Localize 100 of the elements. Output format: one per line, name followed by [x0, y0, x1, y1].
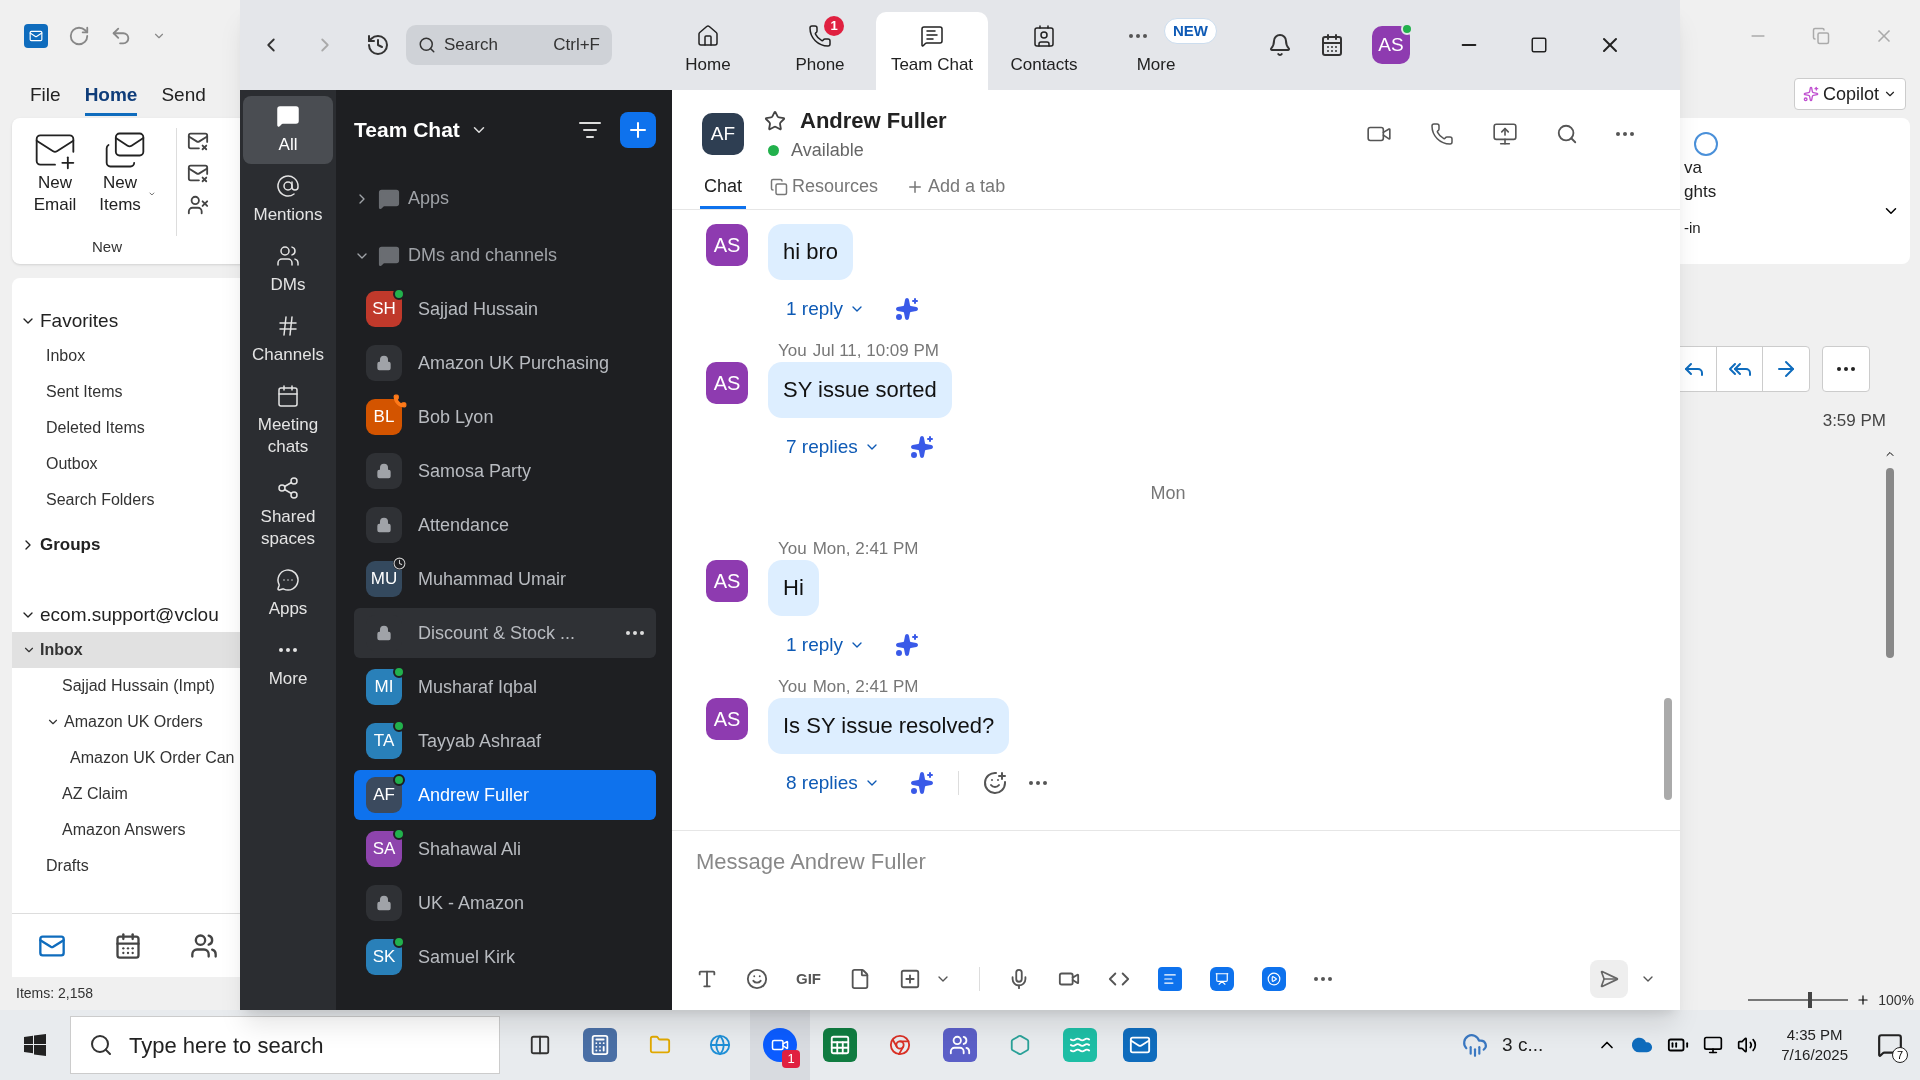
scrollbar-thumb[interactable]	[1886, 467, 1894, 658]
sparkle-icon[interactable]	[895, 297, 920, 321]
undo-icon[interactable]	[110, 25, 132, 47]
whiteboard-app-icon[interactable]	[1210, 967, 1234, 991]
more-icon[interactable]	[1314, 977, 1332, 981]
folder-item[interactable]: Inbox	[12, 338, 240, 374]
folder-section-header[interactable]: ecom.support@vclou	[12, 598, 240, 632]
folder-item[interactable]: Outbox	[12, 446, 240, 482]
search-field[interactable]: Search Ctrl+F	[406, 25, 612, 65]
chat-list-item[interactable]: MU Muhammad Umair	[354, 554, 656, 604]
share-screen-icon[interactable]	[1492, 121, 1518, 147]
ribbon-tab[interactable]: File	[30, 80, 61, 116]
search-icon[interactable]	[1556, 123, 1578, 145]
calendar-icon[interactable]	[1320, 33, 1344, 57]
more-icon[interactable]	[1028, 781, 1047, 785]
chat-list-item[interactable]: BL Bob Lyon	[354, 392, 656, 442]
sparkle-icon[interactable]	[909, 435, 934, 459]
people-icon[interactable]	[190, 931, 218, 960]
sidebar-tab[interactable]: Mentions	[243, 166, 333, 234]
folder-item[interactable]: Amazon UK Orders	[12, 704, 240, 740]
zoom-slider[interactable]	[1748, 992, 1849, 1008]
delete-mail-icon[interactable]	[187, 162, 209, 184]
video-app-icon[interactable]: 1	[750, 1010, 810, 1080]
chat-list-item[interactable]: UK - Amazon	[354, 878, 656, 928]
screenshot-icon[interactable]	[899, 968, 921, 990]
gif-button[interactable]: GIF	[796, 967, 821, 991]
sparkle-icon[interactable]	[909, 771, 934, 795]
section-header[interactable]: DMs and channels	[354, 227, 656, 284]
notification-center-button[interactable]: 7	[1872, 1027, 1908, 1063]
file-icon[interactable]	[849, 968, 871, 990]
nav-tab[interactable]: Team Chat	[876, 12, 988, 90]
sync-icon[interactable]	[68, 25, 90, 47]
text-format-icon[interactable]	[696, 968, 718, 990]
sidebar-tab[interactable]: DMs	[243, 236, 333, 304]
ribbon-button[interactable]: New Items	[94, 128, 156, 236]
folder-item[interactable]: Search Folders	[12, 482, 240, 518]
folder-item[interactable]: Sajjad Hussain (Impt)	[12, 668, 240, 704]
nav-tab[interactable]: 1 Phone	[764, 12, 876, 90]
folder-item[interactable]: Amazon Answers	[12, 812, 240, 848]
sparkle-icon[interactable]	[895, 633, 920, 657]
folder-item[interactable]: Deleted Items	[12, 410, 240, 446]
ribbon-button[interactable]: New Email	[24, 128, 86, 236]
chat-list-item[interactable]: Amazon UK Purchasing	[354, 338, 656, 388]
emoji-icon[interactable]	[746, 968, 768, 990]
section-header[interactable]: Apps	[354, 170, 656, 227]
star-icon[interactable]	[764, 109, 786, 132]
calendar-icon[interactable]	[114, 931, 142, 960]
volume-icon[interactable]	[1737, 1035, 1758, 1055]
chat-list-item[interactable]: Attendance	[354, 500, 656, 550]
new-chat-button[interactable]	[620, 112, 656, 148]
folder-item[interactable]: Sent Items	[12, 374, 240, 410]
chat-list-item[interactable]: MI Musharaf Iqbal	[354, 662, 656, 712]
block-user-icon[interactable]	[187, 194, 209, 216]
sidebar-tab[interactable]: More	[243, 630, 333, 698]
bell-icon[interactable]	[1268, 33, 1292, 57]
copilot-button[interactable]: Copilot	[1793, 78, 1906, 110]
chat-tab[interactable]: Add a tab	[902, 173, 1010, 209]
user-avatar[interactable]: AS	[1372, 26, 1410, 64]
maximize-icon[interactable]	[1530, 36, 1548, 54]
network-icon[interactable]	[1703, 1035, 1724, 1055]
nav-tab[interactable]: Home	[652, 12, 764, 90]
replies-link[interactable]: 7 replies	[786, 432, 880, 462]
weather-icon[interactable]	[1462, 1032, 1489, 1058]
send-button[interactable]	[1590, 960, 1628, 998]
folder-item[interactable]: AZ Claim	[12, 776, 240, 812]
sidebar-tab[interactable]: All	[243, 96, 333, 164]
scrollbar-thumb[interactable]	[1664, 698, 1672, 800]
notes-app-icon[interactable]	[1158, 967, 1182, 991]
folder-item[interactable]: Inbox	[12, 632, 240, 668]
replies-link[interactable]: 8 replies	[786, 768, 880, 798]
history-icon[interactable]	[366, 33, 390, 57]
folder-item[interactable]: Amazon UK Order Can	[12, 740, 240, 776]
chat-list-item[interactable]: Samosa Party	[354, 446, 656, 496]
more-icon[interactable]	[1616, 132, 1634, 136]
ribbon-tab[interactable]: Send	[161, 80, 206, 116]
taskbar-search-field[interactable]: Type here to search	[70, 1016, 500, 1074]
chat-list-item[interactable]: SK Samuel Kirk	[354, 932, 656, 982]
chat-list-item[interactable]: SA Shahawal Ali	[354, 824, 656, 874]
sidebar-tab[interactable]: Channels	[243, 306, 333, 374]
add-reaction-icon[interactable]	[982, 771, 1007, 795]
chat-tab[interactable]: Chat	[700, 173, 747, 209]
more-icon[interactable]	[626, 631, 644, 635]
sidebar-tab[interactable]: Meeting chats	[243, 376, 333, 466]
chat-list-item[interactable]: TA Tayyab Ashraaf	[354, 716, 656, 766]
replies-link[interactable]: 1 reply	[786, 294, 866, 324]
chat-tab[interactable]: Resources	[766, 173, 883, 209]
clips-app-icon[interactable]	[1262, 967, 1286, 991]
sidebar-tab[interactable]: Apps	[243, 560, 333, 628]
folder-item[interactable]: Drafts	[12, 848, 240, 884]
slider-thumb[interactable]	[1808, 992, 1813, 1008]
nav-tab[interactable]: Contacts	[988, 12, 1100, 90]
replies-link[interactable]: 1 reply	[786, 630, 866, 660]
folder-section-header[interactable]: Favorites	[12, 304, 240, 338]
zoom-in-icon[interactable]	[1856, 993, 1871, 1007]
folder-section-header[interactable]: Groups	[12, 528, 240, 562]
chat-list-item[interactable]: AF Andrew Fuller	[354, 770, 656, 820]
chat-list-item[interactable]: Discount & Stock ...	[354, 608, 656, 658]
sidebar-tab[interactable]: Shared spaces	[243, 468, 333, 558]
chat-list-item[interactable]: SH Sajjad Hussain	[354, 284, 656, 334]
phone-icon[interactable]	[1430, 122, 1454, 146]
